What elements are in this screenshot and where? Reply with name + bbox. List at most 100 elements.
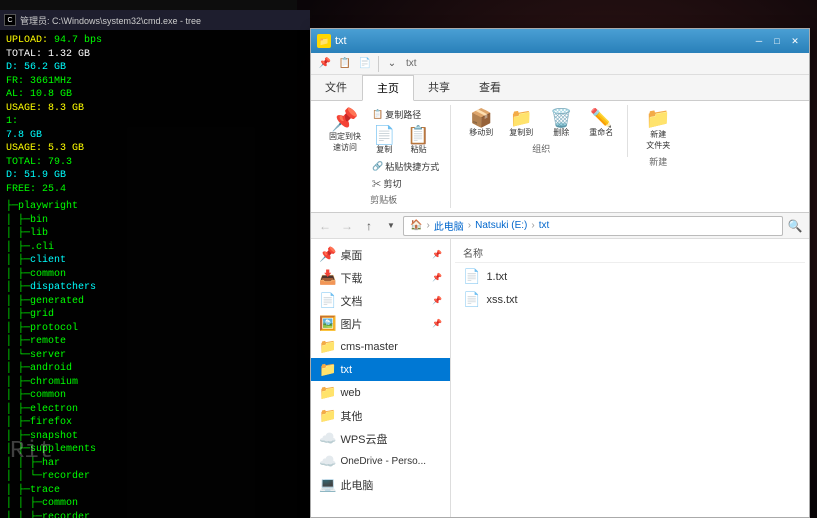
tab-file[interactable]: 文件 [311,75,362,100]
copy-button[interactable]: 📄 复制 [369,124,399,157]
onedrive-icon: ☁️ [319,453,336,470]
copy-paste-group: 📋 复制路径 📄 复制 📋 粘贴 🔗 [369,107,442,191]
window-icon: 📁 [317,34,331,48]
cut-label: ✂ 剪切 [372,177,402,190]
sidebar-item-pictures[interactable]: 🖼️ 图片 📌 [311,312,450,335]
documents-icon: 📄 [319,292,336,309]
terminal-line: TOTAL: 1.32 GB [6,48,304,62]
sidebar-item-onedrive[interactable]: ☁️ OneDrive - Perso... [311,450,450,473]
sidebar-other-label: 其他 [340,408,362,424]
file-item-1txt[interactable]: 📄 1.txt [455,265,805,288]
txt-label: txt [406,58,417,69]
file-item-xss[interactable]: 📄 xss.txt [455,288,805,311]
pin-to-quick-button[interactable]: 📌 固定到快速访问 [325,107,365,155]
cmd-title-bar: C 管理员: C:\Windows\system32\cmd.exe - tre… [0,10,310,30]
address-bar[interactable]: 🏠 › 此电脑 › Natsuki (E:) › txt [403,216,783,236]
organize-group: 📦 移动到 📁 复制到 🗑️ 删除 ✏️ 重命名 组织 [455,105,628,157]
pin-icon: 📌 [331,109,358,131]
maximize-button[interactable]: □ [769,34,785,48]
sidebar-item-downloads[interactable]: 📥 下载 📌 [311,266,450,289]
tab-view[interactable]: 查看 [465,75,516,100]
terminal-line: FREE: 25.4 [6,183,304,197]
new-folder-label: 新建文件夹 [646,129,670,151]
sidebar-item-documents[interactable]: 📄 文档 📌 [311,289,450,312]
clipboard-group: 📌 固定到快速访问 📋 复制路径 📄 复制 📋 [317,105,451,208]
pictures-icon: 🖼️ [319,315,336,332]
tab-share[interactable]: 共享 [414,75,465,100]
rename-label: 重命名 [589,127,613,138]
sidebar-documents-label: 文档 [340,293,362,309]
documents-pin-icon: 📌 [432,296,442,305]
paste-shortcut-label: 粘贴快捷方式 [385,160,439,173]
sidebar-item-desktop[interactable]: 📌 桌面 📌 [311,243,450,266]
move-to-label: 移动到 [469,127,493,138]
address-drive[interactable]: Natsuki (E:) [475,220,527,231]
window-controls: ─ □ ✕ [751,34,803,48]
explorer-window: 📁 txt ─ □ ✕ 📌 📋 📄 ⌄ txt 文件 主页 共享 查看 📌 固定… [310,28,810,518]
quick-pin-button[interactable]: 📌 [315,55,335,73]
copy-path-button[interactable]: 📋 复制路径 [369,107,442,122]
sidebar-wps-label: WPS云盘 [340,431,387,447]
forward-button[interactable]: → [337,216,357,236]
downloads-pin-icon: 📌 [432,273,442,282]
new-folder-icon: 📁 [646,109,671,129]
sidebar-item-wps[interactable]: ☁️ WPS云盘 [311,427,450,450]
up-button[interactable]: ↑ [359,216,379,236]
recent-button[interactable]: ▼ [381,216,401,236]
cut-button[interactable]: ✂ 剪切 [369,176,442,191]
search-button[interactable]: 🔍 [785,216,805,236]
copy-icon: 📄 [373,126,395,144]
paste-label: 粘贴 [411,144,427,155]
cmd-title-text: 管理员: C:\Windows\system32\cmd.exe - tree [20,14,306,27]
web-icon: 📁 [319,384,336,401]
sidebar-computer-label: 此电脑 [340,477,373,493]
sidebar-item-txt[interactable]: 📁 txt [311,358,450,381]
txt-folder-icon: 📁 [319,361,336,378]
paste-icon: 📋 [407,126,429,144]
new-folder-button[interactable]: 📁 新建文件夹 [640,107,676,153]
close-button[interactable]: ✕ [787,34,803,48]
cmd-icon: C [4,14,16,26]
pin-arrow-icon: 📌 [432,250,442,259]
paste-button[interactable]: 📋 粘贴 [403,124,433,157]
terminal-line: AL: 10.8 GB [6,88,304,102]
sidebar-txt-label: txt [340,364,352,376]
address-folder[interactable]: txt [539,220,550,231]
minimize-button[interactable]: ─ [751,34,767,48]
clipboard-label: 剪贴板 [370,193,397,206]
terminal-line: USAGE: 8.3 GB [6,102,304,116]
new-group: 📁 新建文件夹 新建 [632,105,684,170]
quick-copy-button[interactable]: 📋 [335,55,355,73]
sidebar-item-other[interactable]: 📁 其他 [311,404,450,427]
rename-button[interactable]: ✏️ 重命名 [583,107,619,140]
terminal-line: 1: [6,115,304,129]
terminal-tree: ├─playwright │ ├─bin │ ├─lib │ ├─.cli │ … [6,200,304,518]
navigation-bar: ← → ↑ ▼ 🏠 › 此电脑 › Natsuki (E:) › txt 🔍 [311,213,809,239]
sidebar-item-cms[interactable]: 📁 cms-master [311,335,450,358]
quick-properties-button[interactable]: ⌄ [382,55,402,73]
main-content: 📌 桌面 📌 📥 下载 📌 📄 文档 📌 🖼️ 图片 📌 📁 [311,239,809,517]
copy-to-button[interactable]: 📁 复制到 [503,107,539,140]
back-button[interactable]: ← [315,216,335,236]
quick-paste-button[interactable]: 📄 [355,55,375,73]
file-list-header: 名称 [455,243,805,263]
txt-file-icon-1: 📄 [463,268,480,285]
copy-label: 复制 [376,144,392,155]
new-label: 新建 [649,155,667,168]
clipboard-buttons: 📌 固定到快速访问 📋 复制路径 📄 复制 📋 [325,107,442,191]
cms-icon: 📁 [319,338,336,355]
title-bar: 📁 txt ─ □ ✕ [311,29,809,53]
sidebar-item-computer[interactable]: 💻 此电脑 [311,473,450,496]
address-computer[interactable]: 此电脑 [434,218,464,233]
sidebar-item-web[interactable]: 📁 web [311,381,450,404]
tab-home[interactable]: 主页 [362,75,414,101]
paste-shortcut-button[interactable]: 🔗 粘贴快捷方式 [369,159,442,174]
rename-icon: ✏️ [590,109,612,127]
copy-path-icon: 📋 [372,109,383,120]
copy-to-icon: 📁 [510,109,532,127]
ribbon-content: 📌 固定到快速访问 📋 复制路径 📄 复制 📋 [311,101,809,213]
delete-button[interactable]: 🗑️ 删除 [543,107,579,140]
ribbon-tabs: 文件 主页 共享 查看 [311,75,809,101]
downloads-icon: 📥 [319,269,336,286]
move-to-button[interactable]: 📦 移动到 [463,107,499,140]
